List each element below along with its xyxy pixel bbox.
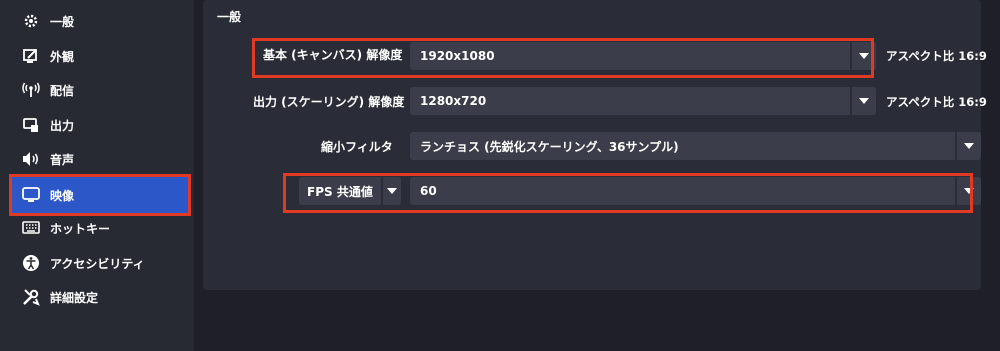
tools-icon xyxy=(22,288,40,306)
chevron-down-icon[interactable] xyxy=(955,177,981,205)
base-resolution-value: 1920x1080 xyxy=(420,49,495,63)
sidebar-item-output[interactable]: 出力 xyxy=(12,108,188,142)
fps-value-combo[interactable]: 60 xyxy=(410,177,981,205)
aspect-ratio-value: 16:9 xyxy=(958,49,987,63)
chevron-down-icon[interactable] xyxy=(850,42,876,70)
sidebar-item-appearance[interactable]: 外観 xyxy=(12,39,188,73)
sidebar-item-label: 音声 xyxy=(50,152,75,167)
sidebar-item-audio[interactable]: 音声 xyxy=(12,142,188,176)
sidebar-item-stream[interactable]: 配信 xyxy=(12,73,188,107)
sidebar-item-video[interactable]: 映像 xyxy=(9,174,191,216)
output-aspect-ratio: アスペクト比 16:9 xyxy=(886,94,987,110)
chevron-down-icon[interactable] xyxy=(850,87,876,115)
aspect-ratio-label: アスペクト比 xyxy=(886,95,955,109)
section-title: 一般 xyxy=(217,10,242,24)
downscale-filter-value: ランチョス (先鋭化スケーリング、36サンプル) xyxy=(420,139,679,154)
sidebar-item-label: 映像 xyxy=(50,188,75,203)
sidebar-item-label: ホットキー xyxy=(50,221,111,236)
gear-icon xyxy=(22,12,40,30)
fps-value: 60 xyxy=(420,184,437,198)
general-section-panel: 一般 基本 (キャンバス) 解像度 1920x1080 アスペクト比 16:9 … xyxy=(203,0,987,290)
settings-content: 一般 基本 (キャンバス) 解像度 1920x1080 アスペクト比 16:9 … xyxy=(194,0,1000,351)
downscale-filter-label: 縮小フィルタ xyxy=(321,140,393,154)
downscale-filter-combo[interactable]: ランチョス (先鋭化スケーリング、36サンプル) xyxy=(410,132,981,160)
fps-type-value: FPS 共通値 xyxy=(307,184,373,199)
chevron-down-icon[interactable] xyxy=(955,132,981,160)
base-resolution-label: 基本 (キャンバス) 解像度 xyxy=(263,48,403,62)
output-icon xyxy=(22,116,40,134)
base-resolution-combo[interactable]: 1920x1080 xyxy=(410,42,876,70)
keyboard-icon xyxy=(22,219,40,237)
sidebar-item-general[interactable]: 一般 xyxy=(12,4,188,38)
settings-sidebar: 一般 外観 配信 出力 音声 映像 ホットキー アクセシビリティ 詳細設定 xyxy=(0,0,194,351)
sidebar-item-label: 配信 xyxy=(50,83,75,98)
output-resolution-label: 出力 (スケーリング) 解像度 xyxy=(253,95,405,109)
aspect-ratio-label: アスペクト比 xyxy=(886,49,955,63)
sidebar-item-advanced[interactable]: 詳細設定 xyxy=(12,280,188,314)
chevron-down-icon[interactable] xyxy=(380,177,401,205)
sidebar-item-label: 出力 xyxy=(50,118,75,133)
fps-type-combo[interactable]: FPS 共通値 xyxy=(299,177,401,205)
sidebar-item-label: アクセシビリティ xyxy=(50,256,145,271)
base-aspect-ratio: アスペクト比 16:9 xyxy=(886,48,987,64)
appearance-icon xyxy=(22,47,40,65)
output-resolution-combo[interactable]: 1280x720 xyxy=(410,87,876,115)
accessibility-icon xyxy=(22,254,40,272)
output-resolution-value: 1280x720 xyxy=(420,94,487,108)
sidebar-item-label: 外観 xyxy=(50,49,75,64)
speaker-icon xyxy=(22,150,40,168)
broadcast-icon xyxy=(22,81,40,99)
sidebar-item-label: 一般 xyxy=(50,14,75,29)
monitor-icon xyxy=(22,186,40,204)
sidebar-item-label: 詳細設定 xyxy=(50,290,99,305)
sidebar-item-accessibility[interactable]: アクセシビリティ xyxy=(12,246,188,280)
aspect-ratio-value: 16:9 xyxy=(958,95,987,109)
sidebar-item-hotkeys[interactable]: ホットキー xyxy=(12,211,188,245)
